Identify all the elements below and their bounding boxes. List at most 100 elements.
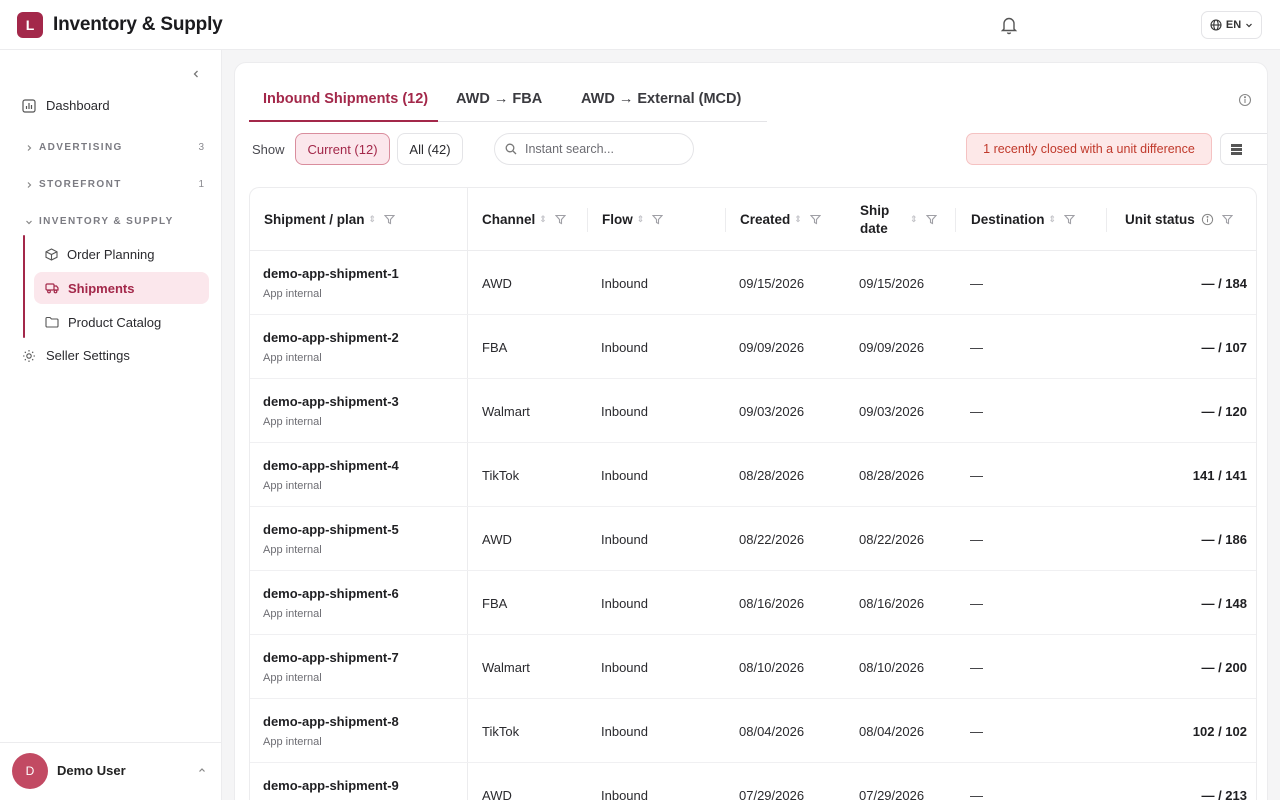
destination-cell: —: [970, 660, 983, 675]
app-logo[interactable]: L: [17, 12, 43, 38]
info-icon[interactable]: [1201, 213, 1214, 226]
table-row[interactable]: demo-app-shipment-1 App internal AWD Inb…: [250, 251, 1256, 315]
ship-date-cell: 09/03/2026: [859, 404, 925, 419]
user-menu[interactable]: D Demo User: [0, 742, 221, 800]
ship-date-cell: 09/15/2026: [859, 276, 925, 291]
top-bar: L Inventory & Supply EN: [0, 0, 1280, 50]
section-label: INVENTORY & SUPPLY: [39, 216, 174, 227]
sidebar-section-inventory[interactable]: INVENTORY & SUPPLY: [24, 216, 204, 227]
filter-icon[interactable]: [652, 214, 664, 225]
sort-icon[interactable]: ⇕: [539, 214, 547, 225]
sidebar-item-shipments[interactable]: Shipments: [34, 272, 209, 304]
sidebar-item-seller-settings[interactable]: Seller Settings: [22, 348, 130, 363]
table-header: Shipment / plan ⇕ Channel ⇕ Flow ⇕ Created ⇕…: [250, 188, 1256, 251]
table-row[interactable]: demo-app-shipment-3 App internal Walmart…: [250, 379, 1256, 443]
globe-icon: [1210, 19, 1222, 31]
column-settings-button[interactable]: [1220, 133, 1267, 165]
shipment-name[interactable]: demo-app-shipment-6: [263, 586, 399, 601]
table-row[interactable]: demo-app-shipment-8 App internal TikTok …: [250, 699, 1256, 763]
destination-cell: —: [970, 788, 983, 800]
sidebar-section-storefront[interactable]: STOREFRONT 1: [24, 179, 204, 190]
language-selector[interactable]: EN: [1201, 11, 1262, 39]
folder-icon: [45, 316, 59, 328]
destination-cell: —: [970, 276, 983, 291]
shipment-source: App internal: [263, 480, 322, 492]
filter-icon[interactable]: [554, 214, 566, 225]
tab-inbound-shipments[interactable]: Inbound Shipments (12): [263, 91, 428, 107]
tab-awd-fba[interactable]: AWD → FBA: [456, 91, 542, 107]
shipment-source: App internal: [263, 544, 322, 556]
shipment-name[interactable]: demo-app-shipment-8: [263, 714, 399, 729]
shipment-name[interactable]: demo-app-shipment-9: [263, 778, 399, 793]
unit-status-cell: — / 148: [1201, 596, 1247, 611]
shipment-name[interactable]: demo-app-shipment-2: [263, 330, 399, 345]
table-row[interactable]: demo-app-shipment-7 App internal Walmart…: [250, 635, 1256, 699]
sort-icon[interactable]: ⇕: [794, 214, 802, 225]
sidebar-section-advertising[interactable]: ADVERTISING 3: [24, 142, 204, 153]
filter-current-button[interactable]: Current (12): [295, 133, 390, 165]
sort-icon[interactable]: ⇕: [637, 214, 645, 225]
table-row[interactable]: demo-app-shipment-5 App internal AWD Inb…: [250, 507, 1256, 571]
box-icon: [45, 247, 58, 261]
chevron-right-icon: [27, 181, 32, 188]
unit-status-cell: 141 / 141: [1192, 468, 1247, 483]
unit-status-cell: — / 107: [1201, 340, 1247, 355]
flow-cell: Inbound: [601, 532, 648, 547]
table-row[interactable]: demo-app-shipment-4 App internal TikTok …: [250, 443, 1256, 507]
shipments-table: Shipment / plan ⇕ Channel ⇕ Flow ⇕ Created ⇕…: [249, 187, 1257, 800]
bar-chart-icon: [22, 98, 36, 113]
table-row[interactable]: demo-app-shipment-9 AWD Inbound 07/29/20…: [250, 763, 1256, 800]
sidebar-item-order-planning[interactable]: Order Planning: [34, 238, 209, 270]
info-icon[interactable]: [1238, 93, 1252, 107]
column-header-ship-date[interactable]: Ship date ⇕: [860, 188, 956, 251]
shipment-source: App internal: [263, 352, 322, 364]
unit-difference-alert[interactable]: 1 recently closed with a unit difference: [966, 133, 1212, 165]
ship-date-cell: 08/28/2026: [859, 468, 925, 483]
gear-icon: [23, 349, 35, 362]
created-cell: 08/22/2026: [739, 532, 805, 547]
search-input[interactable]: [525, 142, 685, 156]
table-row[interactable]: demo-app-shipment-6 App internal FBA Inb…: [250, 571, 1256, 635]
shipment-name[interactable]: demo-app-shipment-3: [263, 394, 399, 409]
shipment-source: App internal: [263, 288, 322, 300]
ship-date-cell: 07/29/2026: [859, 788, 925, 800]
shipment-name[interactable]: demo-app-shipment-5: [263, 522, 399, 537]
section-count: 1: [198, 179, 204, 190]
column-header-channel[interactable]: Channel ⇕: [482, 188, 588, 251]
shipment-name[interactable]: demo-app-shipment-4: [263, 458, 399, 473]
collapse-sidebar-icon[interactable]: [190, 68, 202, 80]
flow-cell: Inbound: [601, 724, 648, 739]
sidebar-item-dashboard[interactable]: Dashboard: [22, 98, 110, 113]
flow-cell: Inbound: [601, 340, 648, 355]
tab-awd-external[interactable]: AWD → External (MCD): [581, 91, 741, 107]
filter-icon[interactable]: [1221, 214, 1233, 225]
filter-icon[interactable]: [384, 214, 396, 225]
filter-icon[interactable]: [925, 214, 937, 225]
filter-icon[interactable]: [1064, 214, 1076, 225]
column-header-flow[interactable]: Flow ⇕: [602, 188, 726, 251]
ship-date-cell: 08/16/2026: [859, 596, 925, 611]
sidebar-item-product-catalog[interactable]: Product Catalog: [34, 306, 209, 338]
sort-icon[interactable]: ⇕: [910, 214, 918, 225]
flow-cell: Inbound: [601, 660, 648, 675]
flow-cell: Inbound: [601, 596, 648, 611]
column-header-created[interactable]: Created ⇕: [740, 188, 846, 251]
bell-icon[interactable]: [1000, 15, 1018, 35]
sidebar: Dashboard ADVERTISING 3 STOREFRONT 1 INV…: [0, 50, 222, 800]
created-cell: 08/16/2026: [739, 596, 805, 611]
table-row[interactable]: demo-app-shipment-2 App internal FBA Inb…: [250, 315, 1256, 379]
column-header-unit-status[interactable]: Unit status: [1125, 188, 1255, 251]
flow-cell: Inbound: [601, 404, 648, 419]
column-header-destination[interactable]: Destination ⇕: [971, 188, 1107, 251]
column-header-shipment[interactable]: Shipment / plan ⇕: [264, 188, 467, 251]
shipment-name[interactable]: demo-app-shipment-7: [263, 650, 399, 665]
shipment-name[interactable]: demo-app-shipment-1: [263, 266, 399, 281]
unit-status-cell: — / 184: [1201, 276, 1247, 291]
sort-icon[interactable]: ⇕: [369, 214, 377, 225]
filter-icon[interactable]: [809, 214, 821, 225]
filter-all-button[interactable]: All (42): [397, 133, 463, 165]
shipment-source: App internal: [263, 416, 322, 428]
unit-status-cell: — / 186: [1201, 532, 1247, 547]
sort-icon[interactable]: ⇕: [1049, 214, 1057, 225]
ship-date-cell: 08/10/2026: [859, 660, 925, 675]
